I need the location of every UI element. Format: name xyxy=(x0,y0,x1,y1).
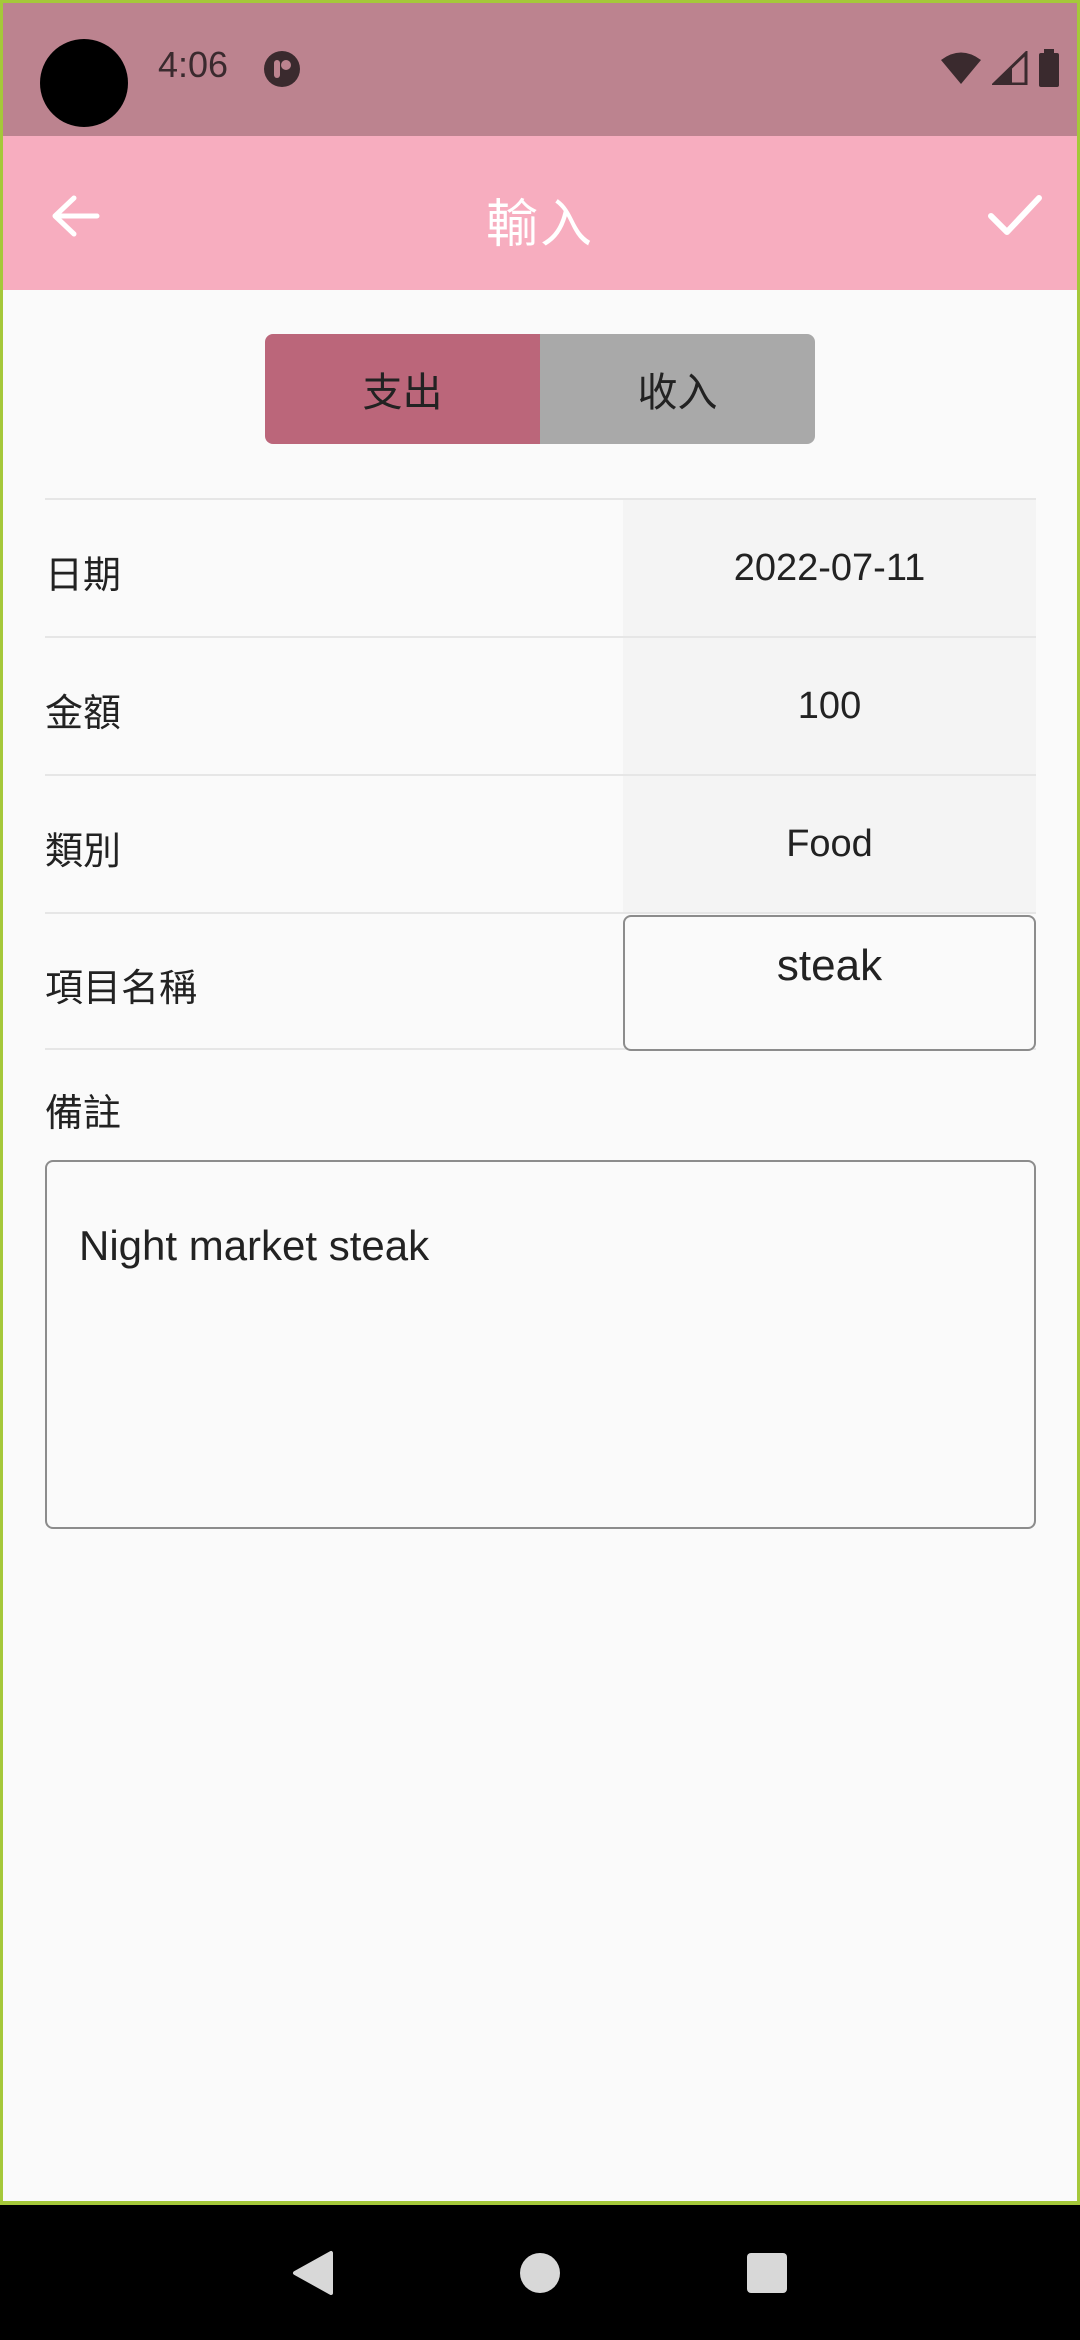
item-name-label: 項目名稱 xyxy=(45,965,198,1010)
item-name-row: 項目名稱 xyxy=(45,912,1036,1051)
device-frame xyxy=(0,0,1080,2205)
nav-home-button[interactable] xyxy=(500,2233,580,2313)
note-textarea[interactable]: Night market steak xyxy=(45,1160,1036,1529)
circle-home-icon xyxy=(519,2252,560,2293)
check-icon xyxy=(988,195,1042,235)
note-label: 備註 xyxy=(45,1091,122,1135)
cellular-signal-icon xyxy=(992,51,1028,85)
category-row: 類別 Food xyxy=(45,774,1036,912)
type-segmented-control: 支出 收入 xyxy=(265,334,815,444)
app-bar: 輸入 xyxy=(0,136,1080,290)
nav-recents-button[interactable] xyxy=(727,2233,807,2313)
square-recents-icon xyxy=(746,2252,787,2293)
category-value[interactable]: Food xyxy=(623,776,1036,912)
camera-cutout xyxy=(40,39,128,127)
status-time: 4:06 xyxy=(158,44,229,85)
nav-back-button[interactable] xyxy=(273,2233,353,2313)
page-title: 輸入 xyxy=(485,195,594,255)
status-bar: 4:06 xyxy=(0,0,1080,136)
segment-expense[interactable]: 支出 xyxy=(265,334,540,444)
item-name-input[interactable] xyxy=(623,915,1036,1051)
amount-row: 金額 100 xyxy=(45,636,1036,774)
amount-label: 金額 xyxy=(45,690,122,735)
status-icons xyxy=(940,48,1060,88)
date-value[interactable]: 2022-07-11 xyxy=(623,500,1036,636)
entry-form: 日期 2022-07-11 金額 100 類別 Food 項目名稱 xyxy=(45,498,1036,1051)
category-label: 類別 xyxy=(45,828,122,873)
date-label: 日期 xyxy=(45,552,122,597)
notification-app-icon xyxy=(264,51,300,87)
amount-value[interactable]: 100 xyxy=(623,638,1036,774)
triangle-back-icon xyxy=(293,2250,334,2295)
battery-icon xyxy=(1039,49,1059,87)
date-row: 日期 2022-07-11 xyxy=(45,498,1036,636)
confirm-button[interactable] xyxy=(980,184,1050,248)
system-nav-bar xyxy=(0,2205,1080,2340)
segment-income[interactable]: 收入 xyxy=(540,334,815,444)
wifi-icon xyxy=(941,52,981,84)
